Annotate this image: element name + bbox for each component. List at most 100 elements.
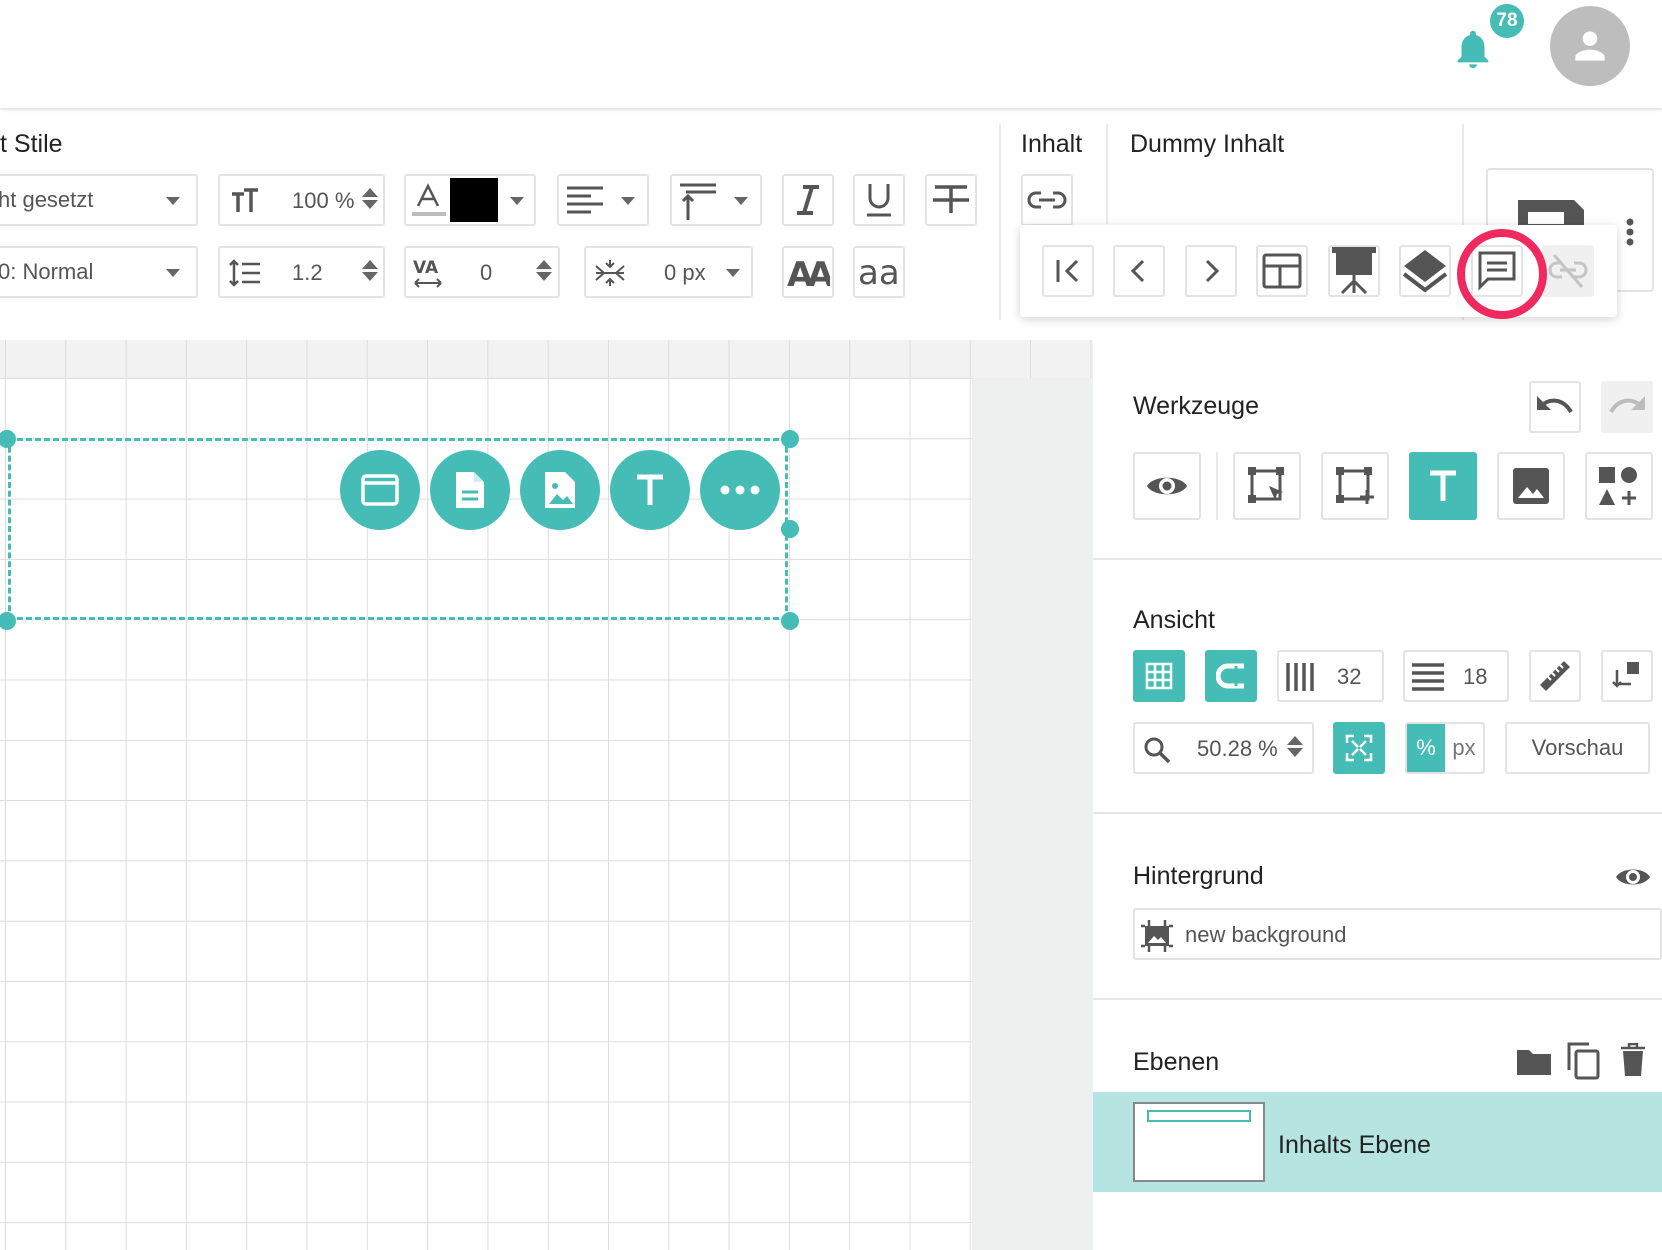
chevron-down-icon [166,269,180,277]
letter-spacing-stepper[interactable]: VA 0 [404,246,560,298]
preview-label: Vorschau [1531,735,1624,760]
uppercase-icon: AA [787,255,830,289]
underline-button[interactable] [853,174,905,226]
text-color-icon [412,183,446,216]
presentation-button[interactable] [1328,245,1380,297]
section-divider [1093,812,1662,814]
stepper-arrows-icon [536,260,552,281]
layers-button[interactable] [1399,245,1451,297]
text-color-swatch [450,178,498,222]
undo-button[interactable] [1529,381,1581,433]
text-tool-button[interactable] [1409,452,1477,520]
content-section-title: Inhalt [1021,130,1083,158]
columns-icon [1286,663,1314,691]
font-size-value: 100 % [292,188,355,213]
unit-px-option[interactable]: px [1445,724,1483,772]
resize-handle[interactable] [781,430,799,448]
font-weight-select[interactable]: 0: Normal [0,246,198,298]
layout-button[interactable] [1256,245,1308,297]
select-tool-button[interactable] [1233,452,1301,520]
select-cursor-icon [1248,467,1284,503]
rows-count-field[interactable]: 18 [1403,650,1509,702]
preview-button[interactable]: Vorschau [1505,722,1650,774]
more-horizontal-icon [720,485,760,495]
strikethrough-button[interactable] [925,174,977,226]
lowercase-button[interactable]: aa [853,246,905,298]
text-align-select[interactable] [557,174,649,226]
snap-toggle-button[interactable] [1205,650,1257,702]
compress-spacing-icon [595,260,625,286]
font-family-select[interactable]: ht gesetzt [0,174,198,226]
add-text-button[interactable] [610,450,690,530]
more-options-button[interactable] [700,450,780,530]
next-slide-button[interactable] [1185,245,1237,297]
vertical-align-select[interactable] [670,174,762,226]
image-tool-button[interactable] [1497,452,1565,520]
resize-handle[interactable] [781,520,799,538]
unlink-button[interactable] [1542,245,1594,297]
font-family-value: ht gesetzt [0,187,94,212]
ruler-toggle-button[interactable] [1529,650,1581,702]
italic-button[interactable] [782,174,834,226]
add-image-button[interactable] [520,450,600,530]
grid-toggle-button[interactable] [1133,650,1185,702]
unit-toggle[interactable]: % px [1405,722,1485,774]
link-content-button[interactable] [1021,174,1073,226]
redo-button[interactable] [1601,381,1653,433]
canvas-ruler-area [0,340,1093,378]
grid-icon [1145,662,1173,690]
align-left-icon [567,186,603,214]
unit-percent-option[interactable]: % [1407,724,1445,772]
folder-icon[interactable] [1516,1046,1552,1076]
more-vertical-icon[interactable] [1626,218,1634,246]
add-document-button[interactable] [430,450,510,530]
add-window-button[interactable] [340,450,420,530]
text-color-picker[interactable] [404,174,536,226]
zoom-stepper[interactable]: 50.28 % [1133,722,1314,774]
background-section-title: Hintergrund [1133,862,1264,890]
underline-icon [867,184,891,217]
first-page-icon [1056,259,1079,283]
view-section-title: Ansicht [1133,606,1215,634]
fullscreen-icon [1345,734,1373,762]
font-weight-value: 0: Normal [0,259,94,284]
copy-icon[interactable] [1565,1040,1601,1080]
image-icon [1513,468,1549,504]
trash-icon[interactable] [1620,1043,1646,1077]
font-size-stepper[interactable]: 100 % [218,174,385,226]
resize-handle[interactable] [781,612,799,630]
toolbar-divider [999,124,1001,320]
notification-bell-icon[interactable] [1450,26,1496,72]
top-bar: 78 [0,0,1662,108]
chevron-down-icon [166,197,180,205]
spacing-px-select[interactable]: 0 px [584,246,753,298]
first-slide-button[interactable] [1042,245,1094,297]
previous-slide-button[interactable] [1113,245,1165,297]
svg-text:VA: VA [413,258,439,278]
uppercase-button[interactable]: AA [782,246,834,298]
add-shape-tool-button[interactable] [1585,452,1653,520]
image-file-icon [545,472,575,508]
add-frame-tool-button[interactable] [1321,452,1389,520]
columns-count-field[interactable]: 32 [1277,650,1384,702]
fit-to-screen-button[interactable] [1333,722,1385,774]
lowercase-icon: aa [858,255,900,289]
spacing-px-value: 0 px [664,260,706,285]
line-height-stepper[interactable]: 1.2 [218,246,385,298]
chevron-left-icon [1130,259,1145,283]
rows-count-value: 18 [1463,664,1488,689]
background-select[interactable]: new background [1133,908,1662,960]
text-icon [637,474,663,505]
ruler-icon [1540,661,1570,691]
columns-count-value: 32 [1337,664,1362,689]
notification-badge: 78 [1488,2,1526,40]
stepper-arrows-icon [362,188,378,209]
snap-to-guide-button[interactable] [1601,650,1653,702]
font-size-icon [232,188,258,212]
layers-section-title: Ebenen [1133,1048,1220,1076]
preview-visibility-button[interactable] [1133,452,1201,520]
user-avatar[interactable] [1550,6,1630,86]
document-icon [456,472,484,508]
eye-icon[interactable] [1614,864,1652,890]
chevron-down-icon [621,197,635,205]
